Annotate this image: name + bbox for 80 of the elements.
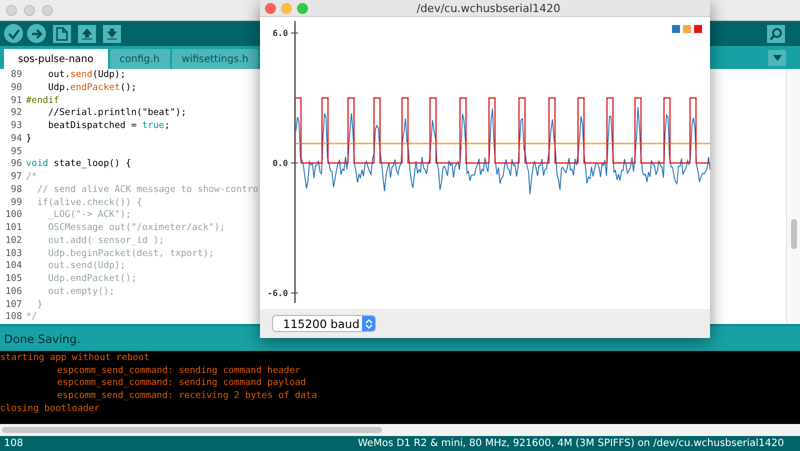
scrollbar-thumb[interactable] xyxy=(790,219,796,249)
line-number: 103 xyxy=(4,248,23,260)
baud-rate-dropdown[interactable]: 115200 baud xyxy=(272,315,376,332)
upload-button[interactable] xyxy=(27,24,46,43)
file-tab[interactable]: config.h xyxy=(110,49,170,69)
code-line: _LOG("-> ACK"); xyxy=(47,209,132,222)
code-line: beatDispatched = true; xyxy=(47,120,170,133)
code-line: } xyxy=(26,132,32,146)
file-tab[interactable]: wifisettings.h xyxy=(172,49,258,69)
code-line: //Serial.println("beat"); xyxy=(47,107,186,120)
minimize-button[interactable] xyxy=(281,2,292,14)
line-number: 94 xyxy=(10,132,23,146)
axis-tick-label: 0.0 xyxy=(272,159,288,169)
close-button[interactable] xyxy=(6,4,17,16)
line-number: 102 xyxy=(4,234,23,248)
axis-tick-label: -6.0 xyxy=(268,289,288,299)
console-line: espcomm_send_command: sending command header xyxy=(56,364,302,378)
horizontal-scrollbar[interactable] xyxy=(0,424,800,436)
save-button[interactable] xyxy=(103,24,121,42)
code-line: } xyxy=(36,298,43,312)
code-line: // send alive ACK message to show-contro xyxy=(36,184,258,196)
line-number: 90 xyxy=(10,82,23,94)
line-number: 95 xyxy=(10,146,23,158)
close-button[interactable] xyxy=(265,2,276,14)
zoom-button[interactable] xyxy=(42,4,53,16)
magnifier-icon xyxy=(769,26,783,40)
line-number: 92 xyxy=(10,107,23,120)
code-line: OSCMessage out("/oximeter/ack"); xyxy=(47,222,226,235)
code-line: out.send(Udp); xyxy=(47,260,126,273)
check-icon xyxy=(6,26,20,40)
serial-monitor-button[interactable] xyxy=(767,24,785,42)
code-line: Udp.endPacket(); xyxy=(47,82,137,94)
stepper-icon xyxy=(364,318,372,330)
line-number: 97 xyxy=(10,171,23,184)
line-number: 99 xyxy=(10,196,23,210)
file-tab[interactable]: sos-pulse-nano xyxy=(4,49,108,69)
code-line: out.add( sensor_id ); xyxy=(47,234,164,248)
line-indicator: 108 xyxy=(4,438,24,449)
code-line: if(alive.check()) { xyxy=(36,196,142,210)
console-line: closing bootloader xyxy=(0,402,101,416)
tab-menu-button[interactable] xyxy=(768,50,786,66)
code-line: void state_loop() { xyxy=(26,158,132,171)
open-button[interactable] xyxy=(78,24,96,42)
download-arrow-icon xyxy=(106,26,118,40)
line-number: 89 xyxy=(10,69,23,82)
line-number: 100 xyxy=(4,209,23,222)
code-line: Udp.endPacket(); xyxy=(47,273,137,286)
code-line: /* xyxy=(26,171,38,184)
axis-tick-label: 6.0 xyxy=(272,29,288,39)
line-number: 91 xyxy=(10,94,23,108)
line-number: 105 xyxy=(4,273,23,286)
code-line: #endif xyxy=(26,94,60,108)
console-line: espcomm_send_command: sending command payload xyxy=(56,377,307,390)
code-line: out.send(Udp); xyxy=(47,69,126,82)
code-line: */ xyxy=(26,311,38,324)
minimize-button[interactable] xyxy=(24,4,35,16)
arrow-right-icon xyxy=(30,26,44,40)
status-message: Done Saving. xyxy=(4,332,81,346)
line-number: 101 xyxy=(4,222,23,235)
console-line: starting app without reboot xyxy=(0,352,150,365)
line-number: 108 xyxy=(4,311,23,324)
code-line: out.empty(); xyxy=(47,286,115,298)
line-number: 104 xyxy=(4,260,23,273)
scrollbar[interactable] xyxy=(786,69,800,324)
zoom-button[interactable] xyxy=(297,2,308,14)
line-number: 96 xyxy=(10,158,23,171)
verify-button[interactable] xyxy=(4,24,23,43)
board-info: WeMos D1 R2 & mini, 80 MHz, 921600, 4M (3M SPIFFS) on /dev/cu.wchusbserial1420 xyxy=(358,438,784,449)
caret-icon xyxy=(772,54,782,60)
line-number: 107 xyxy=(4,298,23,312)
window-title: /dev/cu.wchusbserial1420 xyxy=(416,2,562,14)
new-button[interactable] xyxy=(53,24,71,42)
line-number: 93 xyxy=(10,120,23,133)
console-line: espcomm_send_command: receiving 2 bytes of data xyxy=(56,390,318,403)
code-line: Udp.beginPacket(dest, txport); xyxy=(47,248,214,260)
line-number: 106 xyxy=(4,286,23,298)
line-number: 98 xyxy=(10,184,23,196)
scrollbar-thumb[interactable] xyxy=(2,427,382,433)
document-icon xyxy=(56,26,68,40)
upload-arrow-icon xyxy=(81,26,93,40)
